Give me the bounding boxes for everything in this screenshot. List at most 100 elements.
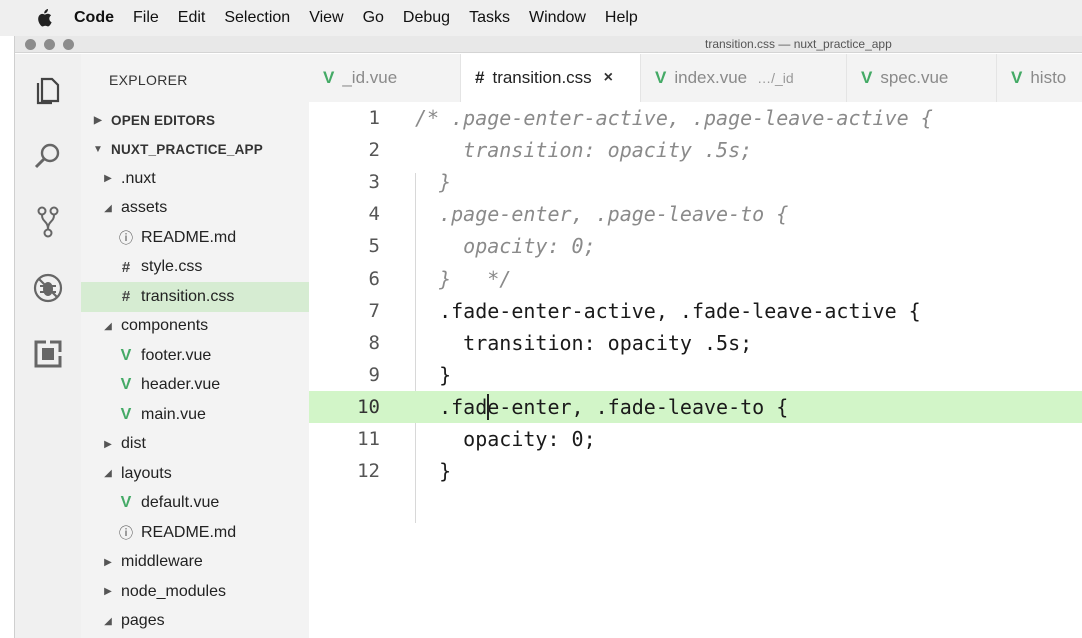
folder-item[interactable]: ▶ node_modules	[81, 577, 309, 607]
close-tab-icon[interactable]: ×	[604, 69, 613, 87]
code-text: opacity: 0;	[415, 234, 596, 259]
tab-label: histo	[1030, 68, 1067, 87]
code-line[interactable]: 12 }	[309, 455, 1082, 487]
info-file-icon: ⓘ	[119, 229, 133, 246]
menu-selection[interactable]: Selection	[224, 9, 290, 27]
chevron-down-icon: ▼	[92, 144, 104, 155]
chevron-right-icon: ▶	[104, 586, 112, 598]
code-line[interactable]: 11 opacity: 0;	[309, 423, 1082, 455]
tab-label: transition.css	[492, 68, 592, 87]
title-bar: transition.css — nuxt_practice_app	[15, 36, 1082, 53]
code-text: .fade-enter-active, .fade-leave-active {	[415, 298, 921, 323]
editor-tab[interactable]: # transition.css ×	[461, 54, 641, 102]
line-number: 1	[368, 107, 380, 129]
extensions-icon[interactable]	[32, 338, 64, 370]
code-line[interactable]: 4 .page-enter, .page-leave-to {	[309, 198, 1082, 230]
apple-icon[interactable]	[34, 8, 54, 28]
code-line[interactable]: 1 /* .page-enter-active, .page-leave-acti…	[309, 102, 1082, 134]
explorer-icon[interactable]	[32, 74, 64, 106]
code-line[interactable]: 5 opacity: 0;	[309, 230, 1082, 262]
folder-item[interactable]: ◢ pages	[81, 607, 309, 637]
editor-tab[interactable]: V _id.vue	[309, 54, 461, 102]
css-file-icon: #	[121, 258, 131, 276]
code-line[interactable]: 7 .fade-enter-active, .fade-leave-active…	[309, 295, 1082, 327]
tab-label: spec.vue	[880, 68, 949, 87]
tree-item-label: transition.css	[141, 287, 235, 305]
code-line[interactable]: 2 transition: opacity .5s;	[309, 134, 1082, 166]
code-text: }	[415, 362, 452, 387]
file-item[interactable]: ⓘ README.md	[81, 223, 309, 253]
file-item[interactable]: Vfooter.vue	[81, 341, 309, 371]
close-window-button[interactable]	[25, 38, 36, 50]
sidebar-header: EXPLORER	[109, 72, 188, 88]
code-line[interactable]: 3 }	[309, 166, 1082, 198]
folder-item[interactable]: ◢ assets	[81, 194, 309, 224]
file-item[interactable]: # style.css	[81, 253, 309, 283]
search-icon[interactable]	[32, 140, 64, 172]
tree-item-label: README.md	[141, 523, 237, 541]
file-item[interactable]: ⓘ README.md	[81, 518, 309, 548]
tab-label: _id.vue	[342, 68, 398, 87]
menu-help[interactable]: Help	[605, 9, 638, 27]
tab-description: …/_id	[757, 70, 794, 86]
code-line[interactable]: 9 }	[309, 359, 1082, 391]
tree-item-label: middleware	[121, 553, 203, 571]
menu-window[interactable]: Window	[529, 9, 586, 27]
editor-tab[interactable]: Vindex.vue …/_id	[641, 54, 847, 102]
explorer-sidebar: EXPLORER ▶ OPEN EDITORS ▼ NUXT_PRACTICE_…	[81, 54, 309, 638]
debug-icon[interactable]	[32, 272, 64, 304]
chevron-down-icon: ◢	[104, 202, 112, 214]
menu-edit[interactable]: Edit	[178, 9, 206, 27]
project-section[interactable]: ▼ NUXT_PRACTICE_APP	[81, 135, 309, 164]
menu-debug[interactable]: Debug	[403, 9, 450, 27]
editor-tab[interactable]: Vspec.vue	[847, 54, 997, 102]
tree-item-label: default.vue	[141, 494, 220, 512]
line-number: 10	[357, 395, 380, 418]
vue-file-icon: V	[655, 68, 667, 87]
menu-go[interactable]: Go	[363, 9, 384, 27]
menu-tasks[interactable]: Tasks	[469, 9, 510, 27]
tree-item-label: .nuxt	[121, 169, 156, 187]
editor-tabs: V _id.vue # transition.css × Vindex.vue …/_id V…	[309, 54, 1082, 102]
vue-file-icon: V	[1011, 68, 1023, 87]
menu-file[interactable]: File	[133, 9, 159, 27]
line-number: 5	[368, 235, 380, 258]
folder-item[interactable]: ◢ components	[81, 312, 309, 342]
code-line[interactable]: 6 } */	[309, 263, 1082, 295]
file-item[interactable]: Vdefault.vue	[81, 489, 309, 519]
open-editors-section[interactable]: ▶ OPEN EDITORS	[81, 106, 309, 135]
folder-item[interactable]: ▶ middleware	[81, 548, 309, 578]
vscode-window: transition.css — nuxt_practice_app EXPLO…	[14, 36, 1082, 638]
folder-item[interactable]: ▶ .nuxt	[81, 164, 309, 194]
code-line[interactable]: 8 transition: opacity .5s;	[309, 327, 1082, 359]
chevron-down-icon: ◢	[104, 320, 112, 332]
tree-item-label: node_modules	[121, 582, 226, 600]
source-control-icon[interactable]	[32, 206, 64, 238]
vue-file-icon: V	[120, 405, 132, 423]
minimize-window-button[interactable]	[44, 38, 55, 50]
file-item[interactable]: # transition.css	[81, 282, 309, 312]
folder-item[interactable]: ▶ dist	[81, 430, 309, 460]
chevron-down-icon: ◢	[104, 468, 112, 480]
zoom-window-button[interactable]	[63, 38, 74, 50]
chevron-down-icon: ◢	[104, 615, 112, 627]
code-text: transition: opacity .5s;	[415, 138, 753, 163]
line-number: 9	[368, 363, 380, 386]
menu-app-code[interactable]: Code	[74, 9, 114, 27]
folder-item[interactable]: ◢ layouts	[81, 459, 309, 489]
file-item[interactable]: Vheader.vue	[81, 371, 309, 401]
menu-view[interactable]: View	[309, 9, 343, 27]
code-editor[interactable]: 1 /* .page-enter-active, .page-leave-acti…	[309, 102, 1082, 638]
vue-file-icon: V	[120, 376, 132, 394]
line-number: 8	[368, 331, 380, 354]
macos-menubar: Code File Edit Selection View Go Debug T…	[0, 0, 1082, 36]
tree-item-label: style.css	[141, 258, 203, 276]
file-item[interactable]: Vmain.vue	[81, 400, 309, 430]
line-number: 4	[368, 203, 380, 226]
file-tree: ▶ .nuxt ◢ assets ⓘ README.md # style.css # transi…	[81, 164, 309, 636]
code-text: /* .page-enter-active, .page-leave-activ…	[415, 106, 933, 130]
chevron-right-icon: ▶	[104, 556, 112, 568]
code-line[interactable]: 10 .fade-enter, .fade-leave-to {	[309, 390, 1082, 423]
editor-tab[interactable]: Vhisto	[997, 54, 1082, 102]
project-label: NUXT_PRACTICE_APP	[111, 142, 263, 157]
